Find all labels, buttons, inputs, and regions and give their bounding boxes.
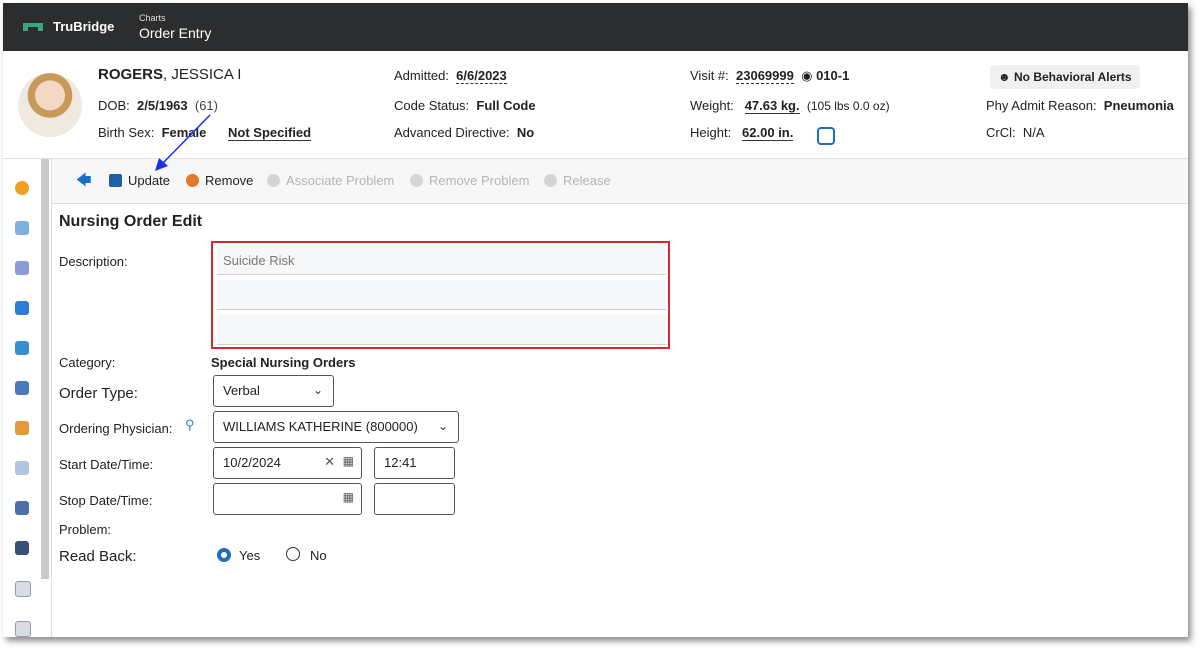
associate-problem-button[interactable]: Associate Problem [267,173,394,188]
patient-avatar [18,73,82,137]
flask-icon[interactable] [15,221,29,235]
location-pin-icon: ◉ [801,68,813,83]
left-sidebar [3,159,41,637]
ordering-physician-label: Ordering Physician: [59,421,173,436]
start-time-input[interactable]: 12:41 [374,447,455,479]
release-button[interactable]: Release [544,173,611,188]
link-icon [267,174,280,187]
report-icon[interactable] [15,621,31,637]
back-arrow-icon[interactable]: 🡄 [76,170,92,195]
unlink-icon [410,174,423,187]
calendar-icon[interactable]: ▦ [343,454,354,468]
patient-weight: Weight: 47.63 kg. (105 lbs 0.0 oz) [690,98,890,114]
app-window: TruBridge Charts Order Entry ROGERS, JES… [3,3,1188,637]
description-field-2[interactable] [217,280,666,310]
vitals-clock-icon[interactable] [817,127,835,145]
crcl: CrCl: N/A [986,125,1045,140]
page-title: Order Entry [139,25,212,41]
description-field-3[interactable] [217,315,666,345]
chart-icon[interactable] [15,301,29,315]
order-toolbar: 🡄 Update Remove Associate Problem Remove… [52,159,1188,204]
chevron-down-icon: ⌄ [312,383,323,397]
imaging-icon[interactable] [15,541,29,555]
brand-name[interactable]: TruBridge [53,19,114,34]
breadcrumb-section: Charts [139,13,166,23]
documents-icon[interactable] [15,421,29,435]
read-back-yes-radio[interactable] [217,548,231,562]
checklist-icon[interactable] [15,261,29,275]
orders-icon[interactable] [15,341,29,355]
admit-reason: Phy Admit Reason: Pneumonia [986,98,1174,113]
start-date-input[interactable]: 10/2/2024 ✕ ▦ [213,447,362,479]
ordering-physician-select[interactable]: WILLIAMS KATHERINE (800000) ⌄ [213,411,459,443]
notes-icon[interactable] [15,581,31,597]
category-value: Special Nursing Orders [211,355,356,370]
remove-icon [186,174,199,187]
remove-button[interactable]: Remove [186,173,253,188]
description-field[interactable]: Suicide Risk [217,245,666,275]
patient-header: ROGERS, JESSICA I DOB: 2/5/1963 (61) Bir… [3,51,1188,159]
read-back-yes-label[interactable]: Yes [239,548,260,563]
admitted-date: Admitted: 6/6/2023 [394,68,507,84]
alert-icon[interactable] [15,181,29,195]
stop-date-input[interactable]: ▦ [213,483,362,515]
order-type-label: Order Type: [59,385,138,402]
main-content: 🡄 Update Remove Associate Problem Remove… [51,159,1188,637]
clear-icon[interactable]: ✕ [324,454,335,470]
order-type-select[interactable]: Verbal ⌄ [213,375,334,407]
patient-name: ROGERS, JESSICA I [98,66,242,83]
syringe-icon[interactable] [15,461,29,475]
release-icon [544,174,557,187]
read-back-no-label[interactable]: No [310,548,327,563]
chevron-down-icon: ⌄ [437,419,448,433]
code-status: Code Status: Full Code [394,98,536,113]
update-button[interactable]: Update [109,173,170,188]
head-icon: ☻ [998,70,1011,84]
read-back-label: Read Back: [59,548,137,565]
patient-sex: Birth Sex: Female Not Specified [98,125,312,141]
category-label: Category: [59,355,116,370]
results-icon[interactable] [15,381,29,395]
stop-datetime-label: Stop Date/Time: [59,493,153,508]
behavioral-alerts-badge[interactable]: ☻ No Behavioral Alerts [990,65,1140,89]
stop-time-input[interactable] [374,483,455,515]
care-team-icon[interactable] [15,501,29,515]
visit-number: Visit #: 23069999 ◉ 010-1 [690,68,850,84]
form-title: Nursing Order Edit [59,213,203,230]
remove-problem-button[interactable]: Remove Problem [410,173,529,188]
patient-dob: DOB: 2/5/1963 (61) [98,98,218,113]
trubridge-logo-icon [23,23,43,31]
read-back-no-radio[interactable] [286,547,300,561]
sex-not-specified[interactable]: Not Specified [228,125,312,141]
calendar-icon[interactable]: ▦ [343,490,354,504]
advanced-directive: Advanced Directive: No [394,125,535,140]
search-icon[interactable]: ⚲ [185,417,195,433]
description-label: Description: [59,254,128,269]
problem-label: Problem: [59,522,112,537]
sidebar-scrollbar[interactable] [41,159,49,579]
save-icon [109,174,122,187]
patient-height: Height: 62.00 in. [690,125,794,141]
start-datetime-label: Start Date/Time: [59,457,154,472]
top-bar: TruBridge Charts Order Entry [3,3,1188,51]
description-highlight: Suicide Risk [211,241,670,349]
